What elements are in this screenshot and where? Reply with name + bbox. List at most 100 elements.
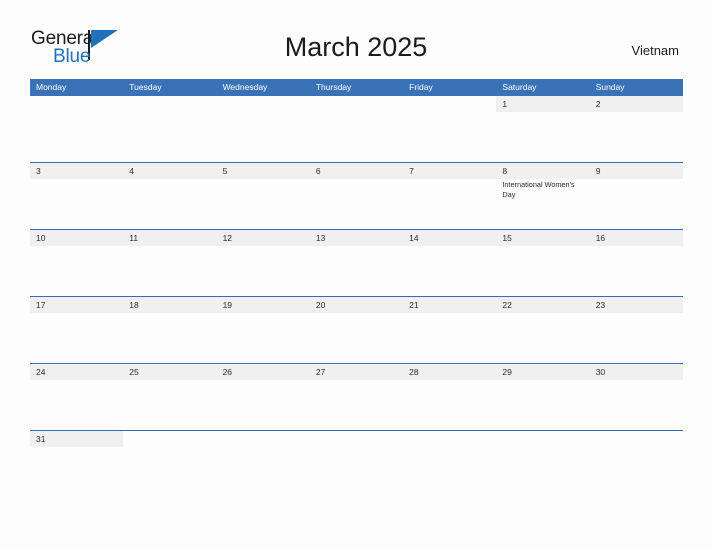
weekday-header-sunday: Sunday (595, 82, 625, 92)
page-header: General Blue March 2025 Vietnam (0, 0, 712, 79)
day-number: 16 (595, 233, 606, 243)
day-number: 8 (502, 166, 508, 176)
day-number-band (590, 431, 683, 447)
day-number: 19 (222, 300, 233, 310)
day-cell[interactable]: 24 (30, 364, 124, 430)
day-number-band (403, 163, 497, 179)
day-cell[interactable]: 2 (589, 96, 683, 162)
day-number: 18 (129, 300, 139, 310)
weekday-header-monday: Monday (36, 82, 67, 92)
day-cell-empty (123, 431, 216, 449)
day-cell[interactable]: 20 (309, 297, 404, 363)
day-cell[interactable]: 31 (30, 431, 124, 449)
day-cell[interactable]: 23 (589, 297, 683, 363)
day-number-band (123, 431, 216, 447)
day-cell[interactable]: 5 (216, 163, 310, 229)
day-number: 10 (36, 233, 46, 243)
day-number-band (589, 96, 683, 112)
calendar-week-row: 31 (30, 430, 683, 449)
day-number-band (123, 163, 217, 179)
page-title: March 2025 (284, 32, 428, 62)
weekday-header-thursday: Thursday (315, 82, 352, 92)
day-cell-empty (30, 96, 123, 162)
day-cell[interactable]: 12 (216, 230, 310, 296)
day-number-band (589, 163, 683, 179)
weekday-header-tuesday: Tuesday (129, 82, 162, 92)
day-number-band (30, 96, 123, 112)
day-number: 26 (222, 367, 233, 377)
country-label: Vietnam (631, 43, 679, 58)
day-number-band (496, 163, 590, 179)
day-number-band (217, 431, 310, 447)
day-number-band (216, 163, 310, 179)
day-cell[interactable]: 4 (123, 163, 217, 229)
day-cell[interactable]: 18 (123, 297, 217, 363)
day-cell[interactable]: 28 (403, 364, 497, 430)
day-cell-empty (217, 96, 310, 162)
day-cell[interactable]: 22 (496, 297, 590, 363)
day-number-band (310, 431, 403, 447)
day-number: 4 (129, 166, 135, 176)
day-cell[interactable]: 14 (403, 230, 497, 296)
day-number: 14 (409, 233, 419, 243)
calendar-week-row: 24 25 26 27 28 29 30 (30, 363, 683, 430)
day-cell[interactable]: 29 (496, 364, 590, 430)
day-cell[interactable]: 11 (123, 230, 217, 296)
day-number: 2 (595, 99, 601, 109)
day-cell-empty (310, 431, 403, 449)
day-cell[interactable]: 13 (309, 230, 404, 296)
weekday-header-row: Monday Tuesday Wednesday Thursday Friday Satu… (30, 79, 683, 96)
day-number: 20 (315, 300, 326, 310)
day-cell[interactable]: 3 (30, 163, 124, 229)
day-cell[interactable]: 15 (496, 230, 590, 296)
day-number: 15 (502, 233, 512, 243)
holiday-event: International Women's Day (502, 180, 575, 199)
day-number: 30 (595, 367, 606, 377)
weekday-header-friday: Friday (409, 82, 433, 92)
day-cell[interactable]: 17 (30, 297, 124, 363)
day-number: 21 (409, 300, 419, 310)
day-number-band (217, 96, 310, 112)
day-number-band (403, 96, 496, 112)
day-cell[interactable]: 9 (589, 163, 683, 229)
day-number-band (496, 431, 589, 447)
day-cell-empty (590, 431, 683, 449)
day-number-band (309, 163, 404, 179)
day-cell[interactable]: 30 (589, 364, 683, 430)
day-cell[interactable]: 1 (496, 96, 590, 162)
day-cell[interactable]: 10 (30, 230, 124, 296)
day-cell[interactable]: 6 (309, 163, 404, 229)
day-number: 24 (36, 367, 46, 377)
calendar-week-row: 3 4 5 6 7 8 International Women's Day 9 (30, 162, 683, 229)
day-number: 23 (595, 300, 606, 310)
day-cell-empty (496, 431, 589, 449)
day-number: 1 (502, 99, 508, 109)
day-events: International Women's Day (502, 180, 585, 200)
day-number-band (403, 431, 496, 447)
day-cell[interactable]: 16 (589, 230, 683, 296)
day-number: 7 (409, 166, 414, 176)
day-number-band (30, 163, 124, 179)
day-number: 17 (36, 300, 46, 310)
calendar-week-row: 12 (30, 96, 683, 162)
day-cell[interactable]: 21 (403, 297, 497, 363)
day-number: 29 (502, 367, 512, 377)
day-number-band (496, 96, 590, 112)
day-cell[interactable]: 7 (403, 163, 497, 229)
day-cell-empty (310, 96, 403, 162)
weekday-header-saturday: Saturday (502, 82, 537, 92)
day-cell-empty (403, 431, 496, 449)
day-number: 22 (502, 300, 512, 310)
day-cell[interactable]: 8 International Women's Day (496, 163, 590, 229)
day-number: 25 (129, 367, 139, 377)
day-number: 3 (36, 166, 41, 176)
day-number: 5 (222, 166, 228, 176)
day-number: 13 (315, 233, 326, 243)
day-number: 6 (315, 166, 321, 176)
day-cell[interactable]: 25 (123, 364, 217, 430)
calendar-grid: Monday Tuesday Wednesday Thursday Friday Satu… (30, 79, 683, 449)
day-cell[interactable]: 27 (309, 364, 404, 430)
day-cell[interactable]: 26 (216, 364, 310, 430)
day-cell[interactable]: 19 (216, 297, 310, 363)
calendar-week-row: 17 18 19 20 21 22 23 (30, 296, 683, 363)
